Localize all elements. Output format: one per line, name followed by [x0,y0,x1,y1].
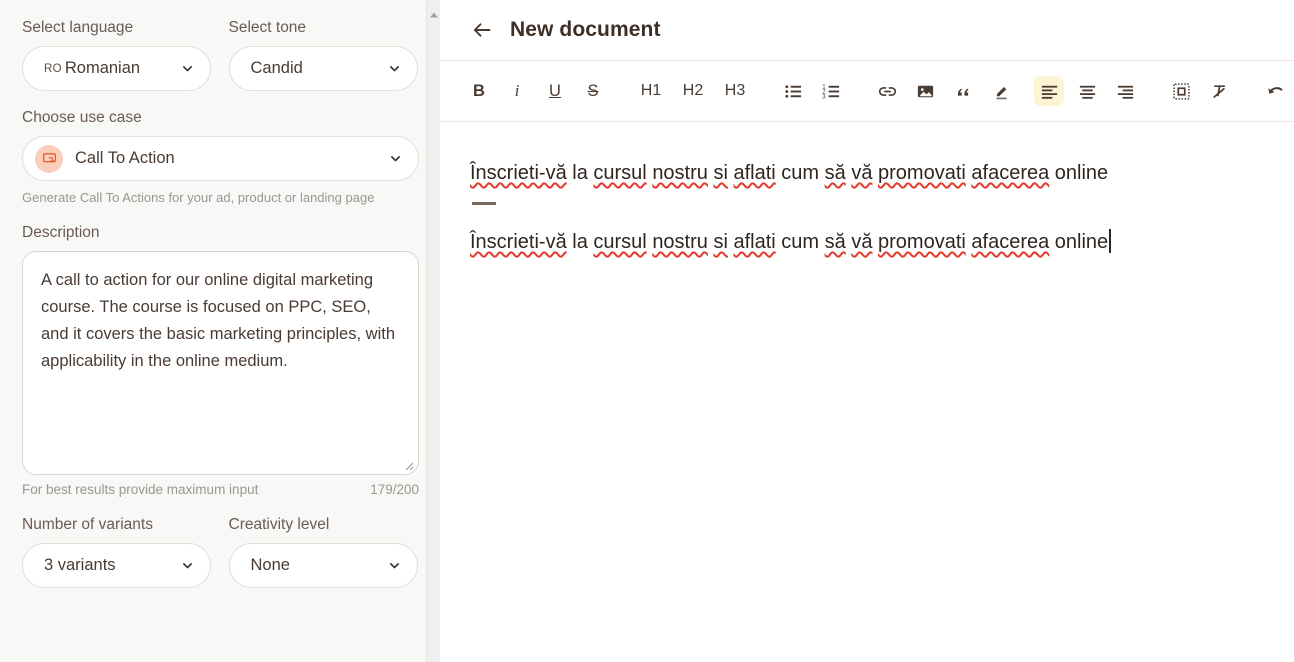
document-divider [472,202,496,205]
variants-label: Number of variants [22,516,153,533]
heading-3-button[interactable]: H3 [718,76,752,106]
use-case-select[interactable]: Call To Action [22,136,419,181]
description-footer: For best results provide maximum input 1… [22,482,419,497]
variants-creativity-row: Number of variants 3 variants Creativity… [22,515,418,588]
left-panel-scrollbar[interactable] [426,0,440,662]
bulleted-list-button[interactable] [778,76,808,106]
description-label: Description [22,224,100,241]
creativity-select-value: None [250,556,290,574]
spellcheck-word: Înscrieti-vă [470,162,567,184]
use-case-value: Call To Action [75,149,175,167]
spellcheck-word: vă [851,162,873,184]
clear-formatting-button[interactable] [1204,76,1234,106]
page-title: New document [510,18,661,41]
document-paragraph-2[interactable]: Înscrieti-vă la cursul nostru si aflati … [470,227,1254,257]
language-label: Select language [22,19,134,36]
align-left-button[interactable] [1034,76,1064,106]
chevron-down-icon [389,152,402,165]
language-tone-row: Select language RO Romanian Select tone C… [22,18,418,91]
variants-select-value: 3 variants [44,556,116,574]
language-select[interactable]: RO Romanian [22,46,211,91]
tone-select-value: Candid [250,59,303,77]
italic-button[interactable]: i [502,76,532,106]
align-right-button[interactable] [1110,76,1140,106]
arrow-left-icon[interactable] [470,18,494,42]
spellcheck-word: si [713,231,728,253]
spellcheck-word: afacerea [971,162,1050,184]
app-root: Select language RO Romanian Select tone C… [0,0,1294,662]
language-select-value: RO Romanian [44,59,175,78]
quote-button[interactable] [948,76,978,106]
text-cursor [1109,229,1111,253]
link-button[interactable] [872,76,902,106]
creativity-field: Creativity level None [228,515,418,588]
spellcheck-word: promovati [878,231,966,253]
chevron-down-icon [181,62,194,75]
call-to-action-icon [35,144,63,173]
language-field: Select language RO Romanian [22,18,211,91]
spellcheck-word: nostru [652,162,708,184]
spellcheck-word: promovati [878,162,966,184]
spellcheck-word: să [824,162,846,184]
spellcheck-word: să [824,231,846,253]
language-iso-code: RO [44,63,62,75]
tone-select[interactable]: Candid [228,46,418,91]
spellcheck-word: aflati [733,231,776,253]
svg-text:3: 3 [822,93,826,100]
spellcheck-word: aflati [733,162,776,184]
numbered-list-button[interactable]: 1 2 3 [816,76,846,106]
spellcheck-word: cursul [593,162,647,184]
tone-label: Select tone [228,19,307,36]
description-input[interactable] [22,251,419,475]
document-editor[interactable]: Înscrieti-vă la cursul nostru si aflati … [440,122,1294,662]
scroll-up-arrow-icon[interactable] [429,6,439,18]
image-button[interactable] [910,76,940,106]
chevron-down-icon [388,62,401,75]
insert-block-button[interactable] [1166,76,1196,106]
heading-2-button[interactable]: H2 [676,76,710,106]
chevron-down-icon [181,559,194,572]
variants-field: Number of variants 3 variants [22,515,211,588]
description-textarea-wrap [22,251,419,475]
generator-settings-panel: Select language RO Romanian Select tone C… [0,0,440,662]
chevron-down-icon [388,559,401,572]
align-center-button[interactable] [1072,76,1102,106]
undo-button[interactable] [1260,76,1290,106]
tone-field: Select tone Candid [228,18,418,91]
spellcheck-word: si [713,162,728,184]
creativity-label: Creativity level [228,516,330,533]
description-char-counter: 179/200 [370,482,419,497]
document-paragraph-1[interactable]: Înscrieti-vă la cursul nostru si aflati … [470,158,1254,188]
use-case-helper-text: Generate Call To Actions for your ad, pr… [22,190,375,205]
strikethrough-button[interactable]: S [578,76,608,106]
description-field: Description For best results provide max… [22,223,419,497]
spellcheck-word: vă [851,231,873,253]
document-panel: New document B i U S H1 H2 H3 1 2 3 Însc… [440,0,1294,662]
use-case-label: Choose use case [22,109,142,126]
creativity-select[interactable]: None [228,543,418,588]
language-name: Romanian [64,59,141,77]
bold-button[interactable]: B [464,76,494,106]
spellcheck-word: Înscrieti-vă [470,231,567,253]
highlight-button[interactable] [986,76,1016,106]
spellcheck-word: afacerea [971,231,1050,253]
variants-select[interactable]: 3 variants [22,543,211,588]
underline-button[interactable]: U [540,76,570,106]
heading-1-button[interactable]: H1 [634,76,668,106]
document-header: New document [440,0,1294,61]
spellcheck-word: cursul [593,231,647,253]
editor-toolbar: B i U S H1 H2 H3 1 2 3 [440,61,1294,122]
description-hint: For best results provide maximum input [22,482,259,497]
use-case-field: Choose use case Call To Action Generate … [22,108,419,207]
spellcheck-word: nostru [652,231,708,253]
